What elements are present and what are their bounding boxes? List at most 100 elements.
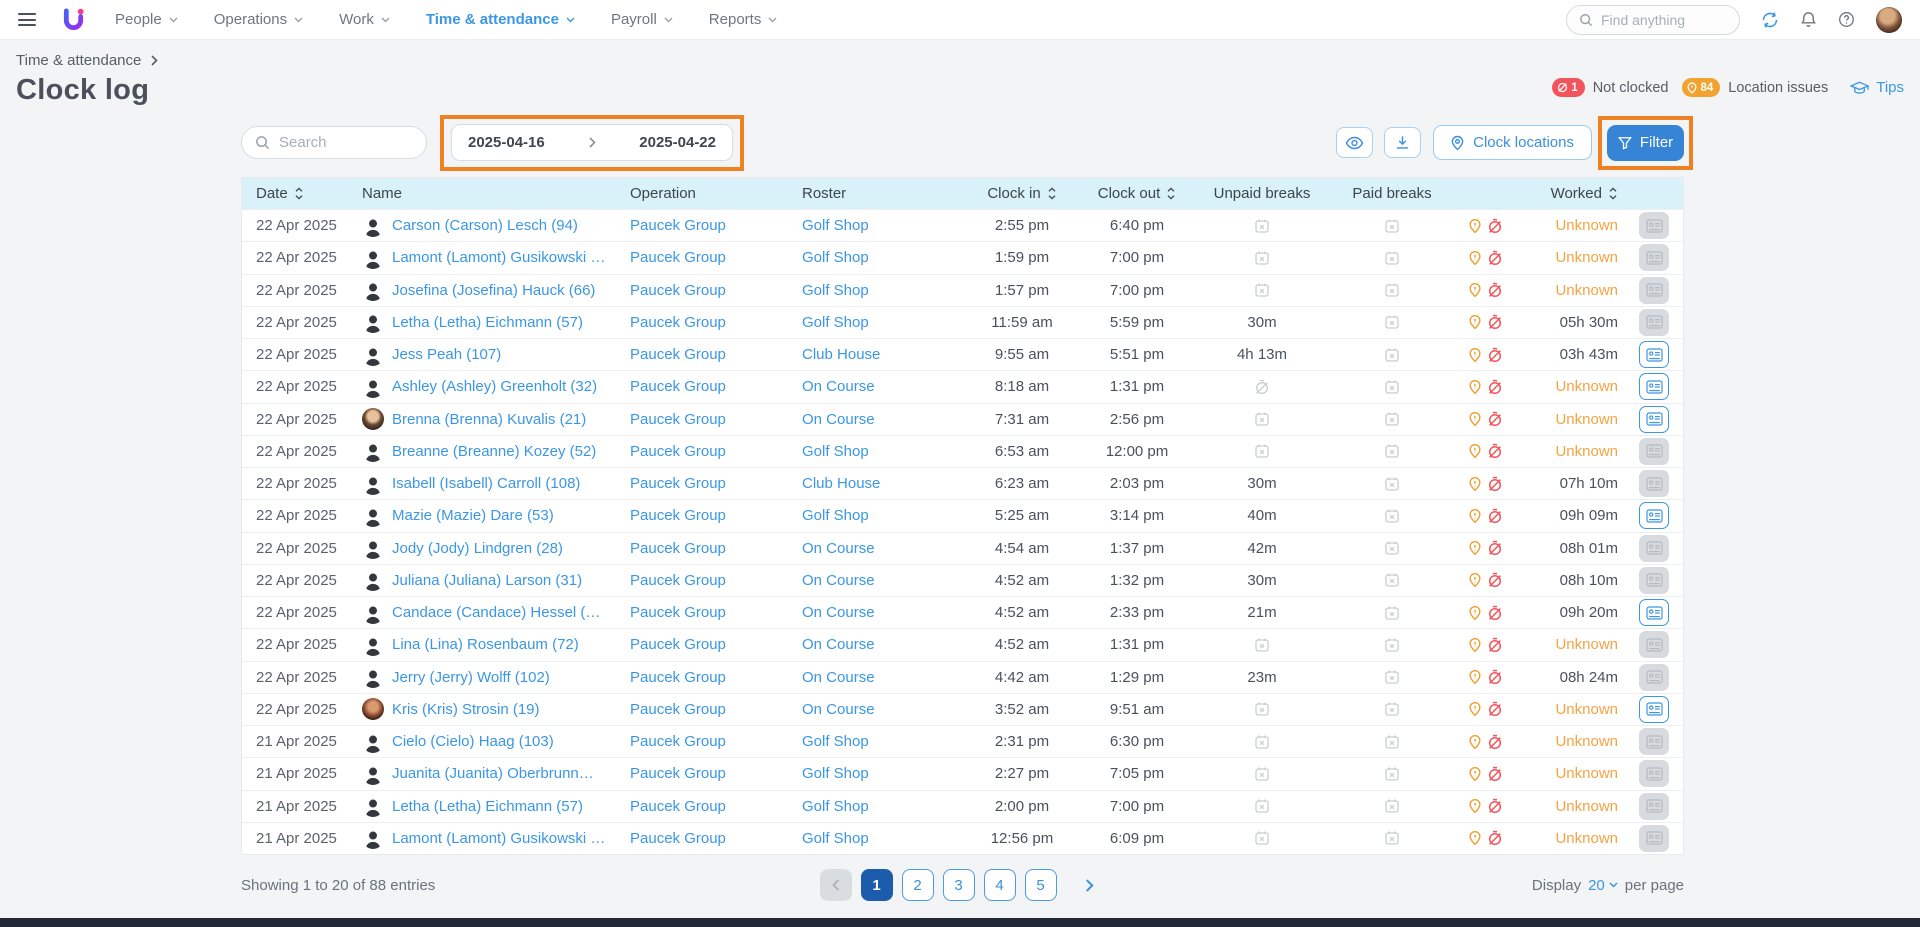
operation-link[interactable]: Paucek Group	[630, 540, 726, 557]
operation-link[interactable]: Paucek Group	[630, 282, 726, 299]
employee-link[interactable]: Jess Peah (107)	[392, 346, 501, 363]
page-button-3[interactable]: 3	[943, 869, 975, 901]
global-search[interactable]	[1566, 5, 1740, 35]
sync-icon[interactable]	[1761, 11, 1779, 29]
nav-item-reports[interactable]: Reports	[709, 11, 778, 28]
employee-link[interactable]: Juanita (Juanita) Oberbrunn…	[392, 765, 594, 782]
operation-link[interactable]: Paucek Group	[630, 443, 726, 460]
roster-link[interactable]: On Course	[802, 604, 875, 621]
column-header-clock-out[interactable]: Clock out	[1078, 185, 1196, 202]
employee-link[interactable]: Juliana (Juliana) Larson (31)	[392, 572, 582, 589]
operation-link[interactable]: Paucek Group	[630, 636, 726, 653]
operation-link[interactable]: Paucek Group	[630, 572, 726, 589]
roster-link[interactable]: On Course	[802, 411, 875, 428]
timesheet-button[interactable]	[1639, 599, 1669, 626]
roster-link[interactable]: Golf Shop	[802, 217, 869, 234]
page-button-5[interactable]: 5	[1025, 869, 1057, 901]
column-header-name[interactable]: Name	[354, 185, 616, 202]
notifications-bell-icon[interactable]	[1800, 11, 1817, 28]
menu-icon[interactable]	[18, 13, 36, 26]
table-search[interactable]	[241, 126, 427, 159]
operation-link[interactable]: Paucek Group	[630, 830, 726, 847]
roster-link[interactable]: Golf Shop	[802, 733, 869, 750]
employee-link[interactable]: Josefina (Josefina) Hauck (66)	[392, 282, 595, 299]
roster-link[interactable]: Golf Shop	[802, 282, 869, 299]
column-header-clock-in[interactable]: Clock in	[966, 185, 1078, 202]
roster-link[interactable]: On Course	[802, 669, 875, 686]
operation-link[interactable]: Paucek Group	[630, 378, 726, 395]
operation-link[interactable]: Paucek Group	[630, 314, 726, 331]
page-button-4[interactable]: 4	[984, 869, 1016, 901]
roster-link[interactable]: Golf Shop	[802, 765, 869, 782]
date-range-picker[interactable]: 2025-04-16 2025-04-22	[451, 124, 733, 161]
employee-link[interactable]: Candace (Candace) Hessel (…	[392, 604, 600, 621]
roster-link[interactable]: Golf Shop	[802, 443, 869, 460]
operation-link[interactable]: Paucek Group	[630, 765, 726, 782]
timesheet-button[interactable]	[1639, 406, 1669, 433]
column-header-worked[interactable]: Worked	[1514, 185, 1624, 202]
tips-button[interactable]: Tips	[1850, 79, 1904, 96]
timesheet-button[interactable]	[1639, 373, 1669, 400]
timesheet-button[interactable]	[1639, 341, 1669, 368]
operation-link[interactable]: Paucek Group	[630, 346, 726, 363]
operation-link[interactable]: Paucek Group	[630, 475, 726, 492]
employee-link[interactable]: Cielo (Cielo) Haag (103)	[392, 733, 554, 750]
nav-item-people[interactable]: People	[115, 11, 178, 28]
employee-link[interactable]: Lina (Lina) Rosenbaum (72)	[392, 636, 579, 653]
employee-link[interactable]: Letha (Letha) Eichmann (57)	[392, 314, 583, 331]
employee-link[interactable]: Mazie (Mazie) Dare (53)	[392, 507, 554, 524]
operation-link[interactable]: Paucek Group	[630, 604, 726, 621]
operation-link[interactable]: Paucek Group	[630, 701, 726, 718]
column-header-unpaid-breaks[interactable]: Unpaid breaks	[1196, 185, 1328, 202]
roster-link[interactable]: Golf Shop	[802, 798, 869, 815]
nav-item-time-attendance[interactable]: Time & attendance	[426, 11, 575, 28]
roster-link[interactable]: On Course	[802, 540, 875, 557]
timesheet-button[interactable]	[1639, 696, 1669, 723]
operation-link[interactable]: Paucek Group	[630, 733, 726, 750]
operation-link[interactable]: Paucek Group	[630, 798, 726, 815]
employee-link[interactable]: Carson (Carson) Lesch (94)	[392, 217, 578, 234]
operation-link[interactable]: Paucek Group	[630, 217, 726, 234]
roster-link[interactable]: On Course	[802, 636, 875, 653]
employee-link[interactable]: Lamont (Lamont) Gusikowski …	[392, 249, 605, 266]
roster-link[interactable]: Golf Shop	[802, 314, 869, 331]
roster-link[interactable]: On Course	[802, 572, 875, 589]
roster-link[interactable]: On Course	[802, 701, 875, 718]
timesheet-button[interactable]	[1639, 502, 1669, 529]
column-header-paid-breaks[interactable]: Paid breaks	[1328, 185, 1456, 202]
nav-item-operations[interactable]: Operations	[214, 11, 303, 28]
per-page-select[interactable]: 20	[1588, 877, 1618, 894]
employee-link[interactable]: Brenna (Brenna) Kuvalis (21)	[392, 411, 586, 428]
employee-link[interactable]: Isabell (Isabell) Carroll (108)	[392, 475, 580, 492]
operation-link[interactable]: Paucek Group	[630, 507, 726, 524]
employee-link[interactable]: Letha (Letha) Eichmann (57)	[392, 798, 583, 815]
user-avatar[interactable]	[1876, 7, 1902, 33]
next-page-button[interactable]	[1074, 869, 1106, 901]
employee-link[interactable]: Jerry (Jerry) Wolff (102)	[392, 669, 550, 686]
column-header-date[interactable]: Date	[242, 185, 354, 202]
date-from[interactable]: 2025-04-16	[468, 134, 545, 151]
operation-link[interactable]: Paucek Group	[630, 411, 726, 428]
nav-item-payroll[interactable]: Payroll	[611, 11, 673, 28]
page-button-1[interactable]: 1	[861, 869, 893, 901]
employee-link[interactable]: Lamont (Lamont) Gusikowski …	[392, 830, 605, 847]
employee-link[interactable]: Breanne (Breanne) Kozey (52)	[392, 443, 596, 460]
column-header-roster[interactable]: Roster	[788, 185, 966, 202]
employee-link[interactable]: Kris (Kris) Strosin (19)	[392, 701, 540, 718]
help-icon[interactable]	[1838, 11, 1855, 28]
roster-link[interactable]: Club House	[802, 346, 880, 363]
export-button[interactable]	[1384, 127, 1421, 158]
operation-link[interactable]: Paucek Group	[630, 669, 726, 686]
roster-link[interactable]: Golf Shop	[802, 507, 869, 524]
operation-link[interactable]: Paucek Group	[630, 249, 726, 266]
roster-link[interactable]: Golf Shop	[802, 830, 869, 847]
table-search-input[interactable]	[279, 134, 409, 151]
column-visibility-button[interactable]	[1336, 127, 1373, 158]
roster-link[interactable]: Club House	[802, 475, 880, 492]
breadcrumb-link[interactable]: Time & attendance	[16, 52, 141, 69]
page-button-2[interactable]: 2	[902, 869, 934, 901]
employee-link[interactable]: Jody (Jody) Lindgren (28)	[392, 540, 563, 557]
employee-link[interactable]: Ashley (Ashley) Greenholt (32)	[392, 378, 597, 395]
app-logo-icon[interactable]	[62, 7, 85, 32]
filter-button[interactable]: Filter	[1607, 125, 1684, 161]
